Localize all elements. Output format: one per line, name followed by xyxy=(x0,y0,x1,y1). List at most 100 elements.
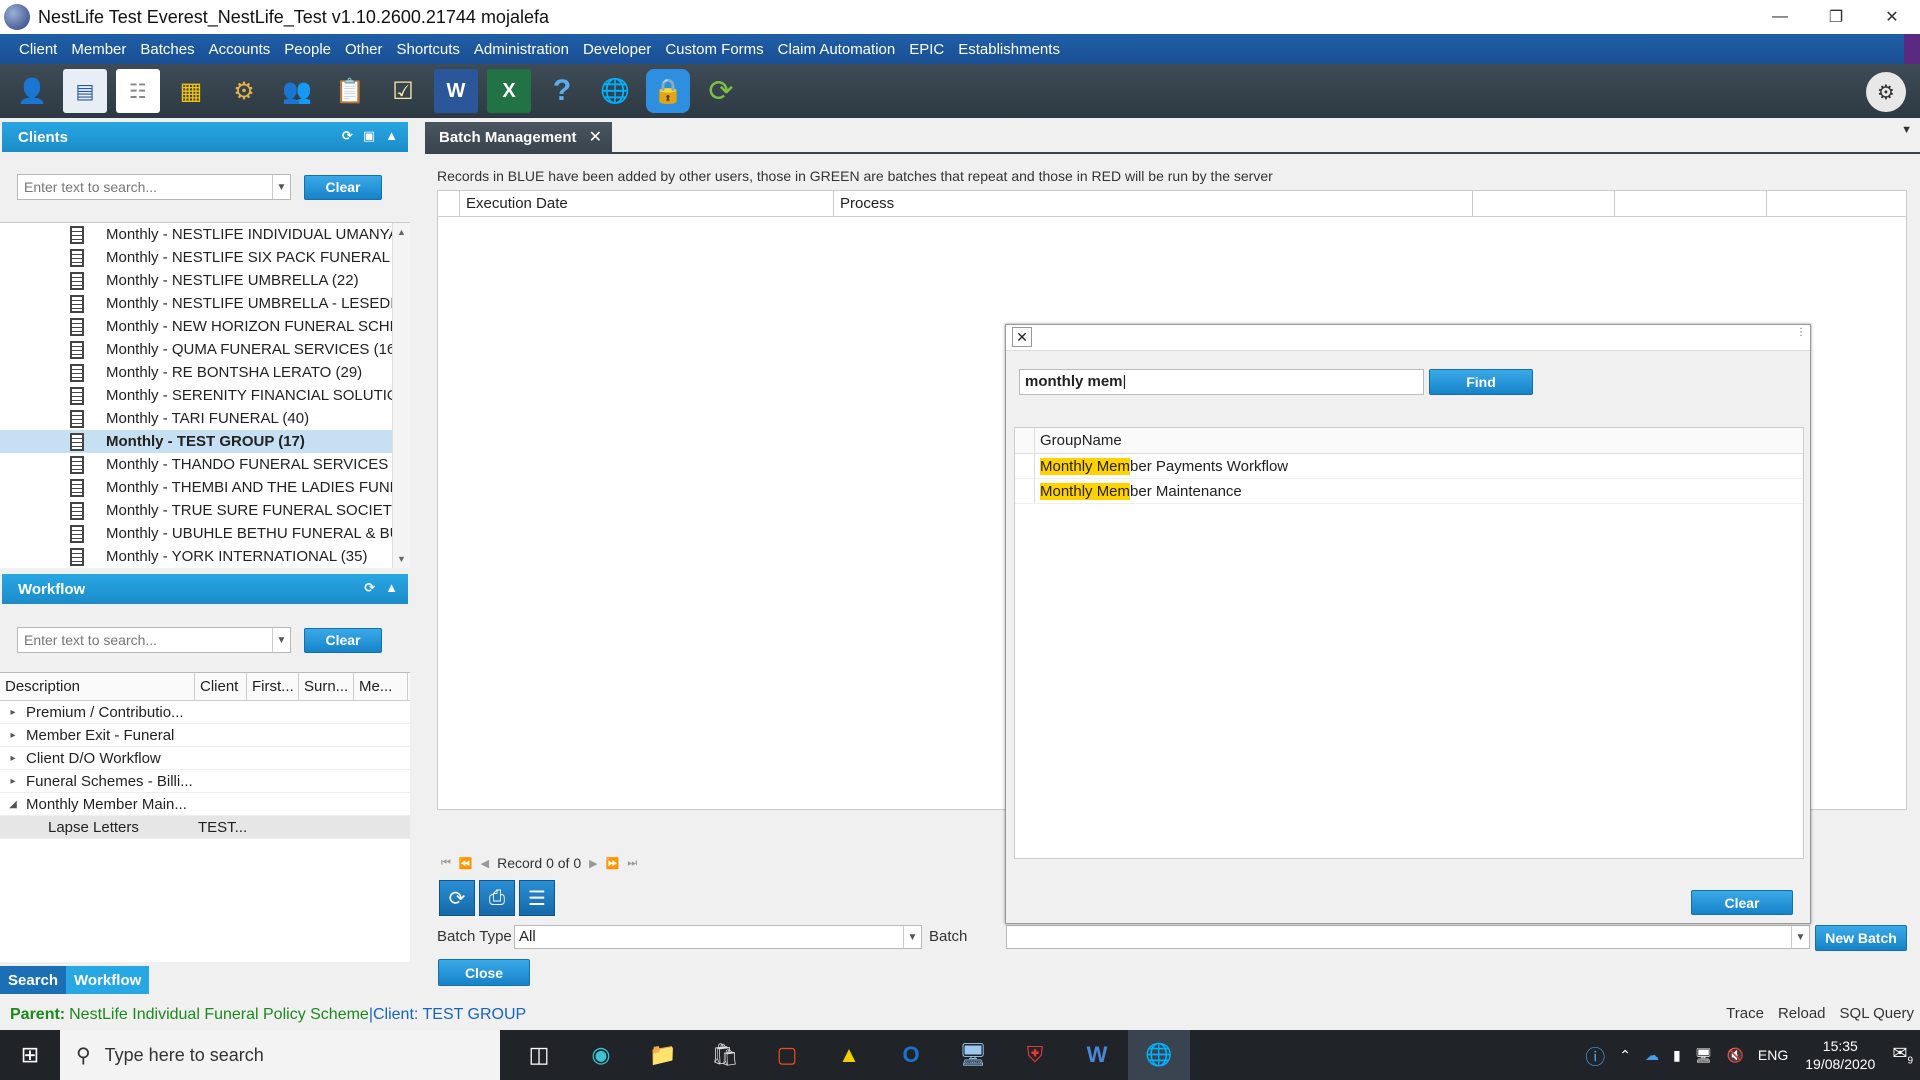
tab-batch-management[interactable]: Batch Management ✕ xyxy=(425,122,612,152)
menu-people[interactable]: People xyxy=(284,41,331,58)
client-list-item[interactable]: Monthly - TRUE SURE FUNERAL SOCIETY ( xyxy=(0,499,410,522)
document-icon[interactable]: ☷ xyxy=(116,69,160,113)
workflow-row[interactable]: ▸ Funeral Schemes - Billi... xyxy=(0,770,410,793)
tab-search[interactable]: Search xyxy=(0,966,67,994)
menu-developer[interactable]: Developer xyxy=(583,41,651,58)
first-record-icon[interactable]: ⏮ xyxy=(441,857,451,870)
outlook-icon[interactable]: O xyxy=(880,1030,942,1080)
workflow-row[interactable]: ▸ Premium / Contributio... xyxy=(0,701,410,724)
client-list-item[interactable]: Monthly - NESTLIFE UMBRELLA (22) xyxy=(0,269,410,292)
workflow-child-row[interactable]: Lapse Letters TEST... xyxy=(0,816,410,839)
battery-icon[interactable]: ▮ xyxy=(1673,1047,1681,1064)
client-list-item[interactable]: Monthly - THEMBI AND THE LADIES FUNE xyxy=(0,476,410,499)
menu-batches[interactable]: Batches xyxy=(140,41,194,58)
remote-desktop-icon[interactable]: 🖥 xyxy=(942,1030,1004,1080)
user-icon[interactable]: 👤 xyxy=(10,69,54,113)
popup-clear-button[interactable]: Clear xyxy=(1691,890,1793,915)
edge-icon[interactable]: ◉ xyxy=(570,1030,632,1080)
pin-icon[interactable]: ▲ xyxy=(385,128,398,144)
close-button[interactable]: Close xyxy=(438,959,530,986)
clipboard-check-icon[interactable]: ☑ xyxy=(381,69,425,113)
chevron-down-icon[interactable]: ▼ xyxy=(1791,926,1809,948)
last-record-icon[interactable]: ⏭ xyxy=(627,857,637,870)
new-batch-button[interactable]: New Batch xyxy=(1815,925,1907,951)
menu-establishments[interactable]: Establishments xyxy=(958,41,1060,58)
restore-button[interactable]: ❐ xyxy=(1808,0,1864,34)
file-explorer-icon[interactable]: 📁 xyxy=(632,1030,694,1080)
refresh-icon[interactable]: ⟳ xyxy=(439,880,475,916)
word-taskbar-icon[interactable]: W xyxy=(1066,1030,1128,1080)
scroll-down-icon[interactable]: ▼ xyxy=(393,554,410,564)
globe-icon[interactable]: 🌐 xyxy=(593,69,637,113)
menu-custom-forms[interactable]: Custom Forms xyxy=(665,41,763,58)
tab-workflow[interactable]: Workflow xyxy=(66,966,150,994)
col-description[interactable]: Description xyxy=(0,673,195,700)
client-list-item[interactable]: Monthly - TEST GROUP (17) xyxy=(0,430,410,453)
minimize-panel-icon[interactable]: ▣ xyxy=(363,128,375,144)
find-button[interactable]: Find xyxy=(1429,369,1533,395)
id-card-icon[interactable]: ▤ xyxy=(63,69,107,113)
menu-member[interactable]: Member xyxy=(71,41,126,58)
help-tray-icon[interactable]: ⓘ xyxy=(1585,1041,1605,1070)
next-record-icon[interactable]: ▶ xyxy=(589,857,597,870)
lock-icon[interactable]: 🔒 xyxy=(646,69,690,113)
resize-grip-icon[interactable]: ⋮ xyxy=(1796,327,1806,338)
expand-arrow-icon[interactable]: ▸ xyxy=(0,776,26,787)
workflow-row[interactable]: ▸ Client D/O Workflow xyxy=(0,747,410,770)
minimize-button[interactable]: — xyxy=(1752,0,1808,34)
clipboard-edit-icon[interactable]: 📋 xyxy=(328,69,372,113)
client-list-item[interactable]: Monthly - NESTLIFE SIX PACK FUNERAL PL xyxy=(0,246,410,269)
workflow-row[interactable]: ◢ Monthly Member Main... xyxy=(0,793,410,816)
store-icon[interactable]: 🛍 xyxy=(694,1030,756,1080)
expand-arrow-icon[interactable]: ▸ xyxy=(0,753,26,764)
client-list-item[interactable]: Monthly - YORK INTERNATIONAL (35) xyxy=(0,545,410,568)
menu-administration[interactable]: Administration xyxy=(474,41,569,58)
menu-client[interactable]: Client xyxy=(19,41,57,58)
col-member[interactable]: Me... xyxy=(354,673,408,700)
office-icon[interactable]: ▢ xyxy=(756,1030,818,1080)
close-icon[interactable]: ✕ xyxy=(1012,327,1032,347)
refresh-icon[interactable]: ⟳ xyxy=(342,128,353,144)
col-first[interactable]: First... xyxy=(247,673,299,700)
clients-scrollbar[interactable]: ▲ ▼ xyxy=(392,223,410,568)
menu-epic[interactable]: EPIC xyxy=(909,41,944,58)
excel-icon[interactable]: X xyxy=(487,69,531,113)
col-process[interactable]: Process xyxy=(834,191,1473,216)
volume-muted-icon[interactable]: 🔇 xyxy=(1726,1047,1743,1064)
find-result-row[interactable]: Monthly Member Payments Workflow xyxy=(1015,454,1803,479)
client-list-item[interactable]: Monthly - QUMA FUNERAL SERVICES (16) xyxy=(0,338,410,361)
nestlife-app-icon[interactable]: 🌐 xyxy=(1128,1030,1190,1080)
client-list-item[interactable]: Monthly - NESTLIFE INDIVIDUAL UMANYA xyxy=(0,223,410,246)
pin-icon[interactable]: ▲ xyxy=(385,580,398,596)
col-client[interactable]: Client xyxy=(195,673,247,700)
antivirus-icon[interactable]: ⛨ xyxy=(1004,1030,1066,1080)
menu-claim-automation[interactable]: Claim Automation xyxy=(778,41,896,58)
task-view-icon[interactable]: ◫ xyxy=(508,1030,570,1080)
clients-search-input[interactable]: Enter text to search... ▼ xyxy=(17,174,291,200)
find-search-input[interactable]: monthly mem| xyxy=(1019,369,1424,395)
print-icon[interactable]: ⎙ xyxy=(479,880,515,916)
taskbar-search-box[interactable]: ⚲ Type here to search xyxy=(60,1030,500,1080)
col-group-name[interactable]: GroupName xyxy=(1035,428,1127,453)
sticky-app-icon[interactable]: ▲ xyxy=(818,1030,880,1080)
client-list-item[interactable]: Monthly - RE BONTSHA LERATO (29) xyxy=(0,361,410,384)
workflow-row[interactable]: ▸ Member Exit - Funeral xyxy=(0,724,410,747)
menu-accounts[interactable]: Accounts xyxy=(209,41,271,58)
chevron-down-icon[interactable]: ▼ xyxy=(272,175,290,199)
gears-icon[interactable]: ⚙ xyxy=(222,69,266,113)
expand-arrow-icon[interactable]: ▸ xyxy=(0,730,26,741)
sql-query-link[interactable]: SQL Query xyxy=(1840,1005,1914,1022)
refresh-icon[interactable]: ⟳ xyxy=(699,69,743,113)
windows-start-icon[interactable]: ⊞ xyxy=(0,1030,60,1080)
col-execution-date[interactable]: Execution Date xyxy=(460,191,834,216)
close-window-button[interactable]: ✕ xyxy=(1864,0,1920,34)
reload-link[interactable]: Reload xyxy=(1778,1005,1826,1022)
chevron-down-icon[interactable]: ▼ xyxy=(272,628,290,652)
grid-icon[interactable]: ▦ xyxy=(169,69,213,113)
batch-select[interactable]: ▼ xyxy=(1006,925,1810,949)
workflow-search-input[interactable]: Enter text to search... ▼ xyxy=(17,627,291,653)
find-result-row[interactable]: Monthly Member Maintenance xyxy=(1015,479,1803,504)
col-surname[interactable]: Surn... xyxy=(299,673,354,700)
word-icon[interactable]: W xyxy=(434,69,478,113)
col-empty-1[interactable] xyxy=(1473,191,1615,216)
